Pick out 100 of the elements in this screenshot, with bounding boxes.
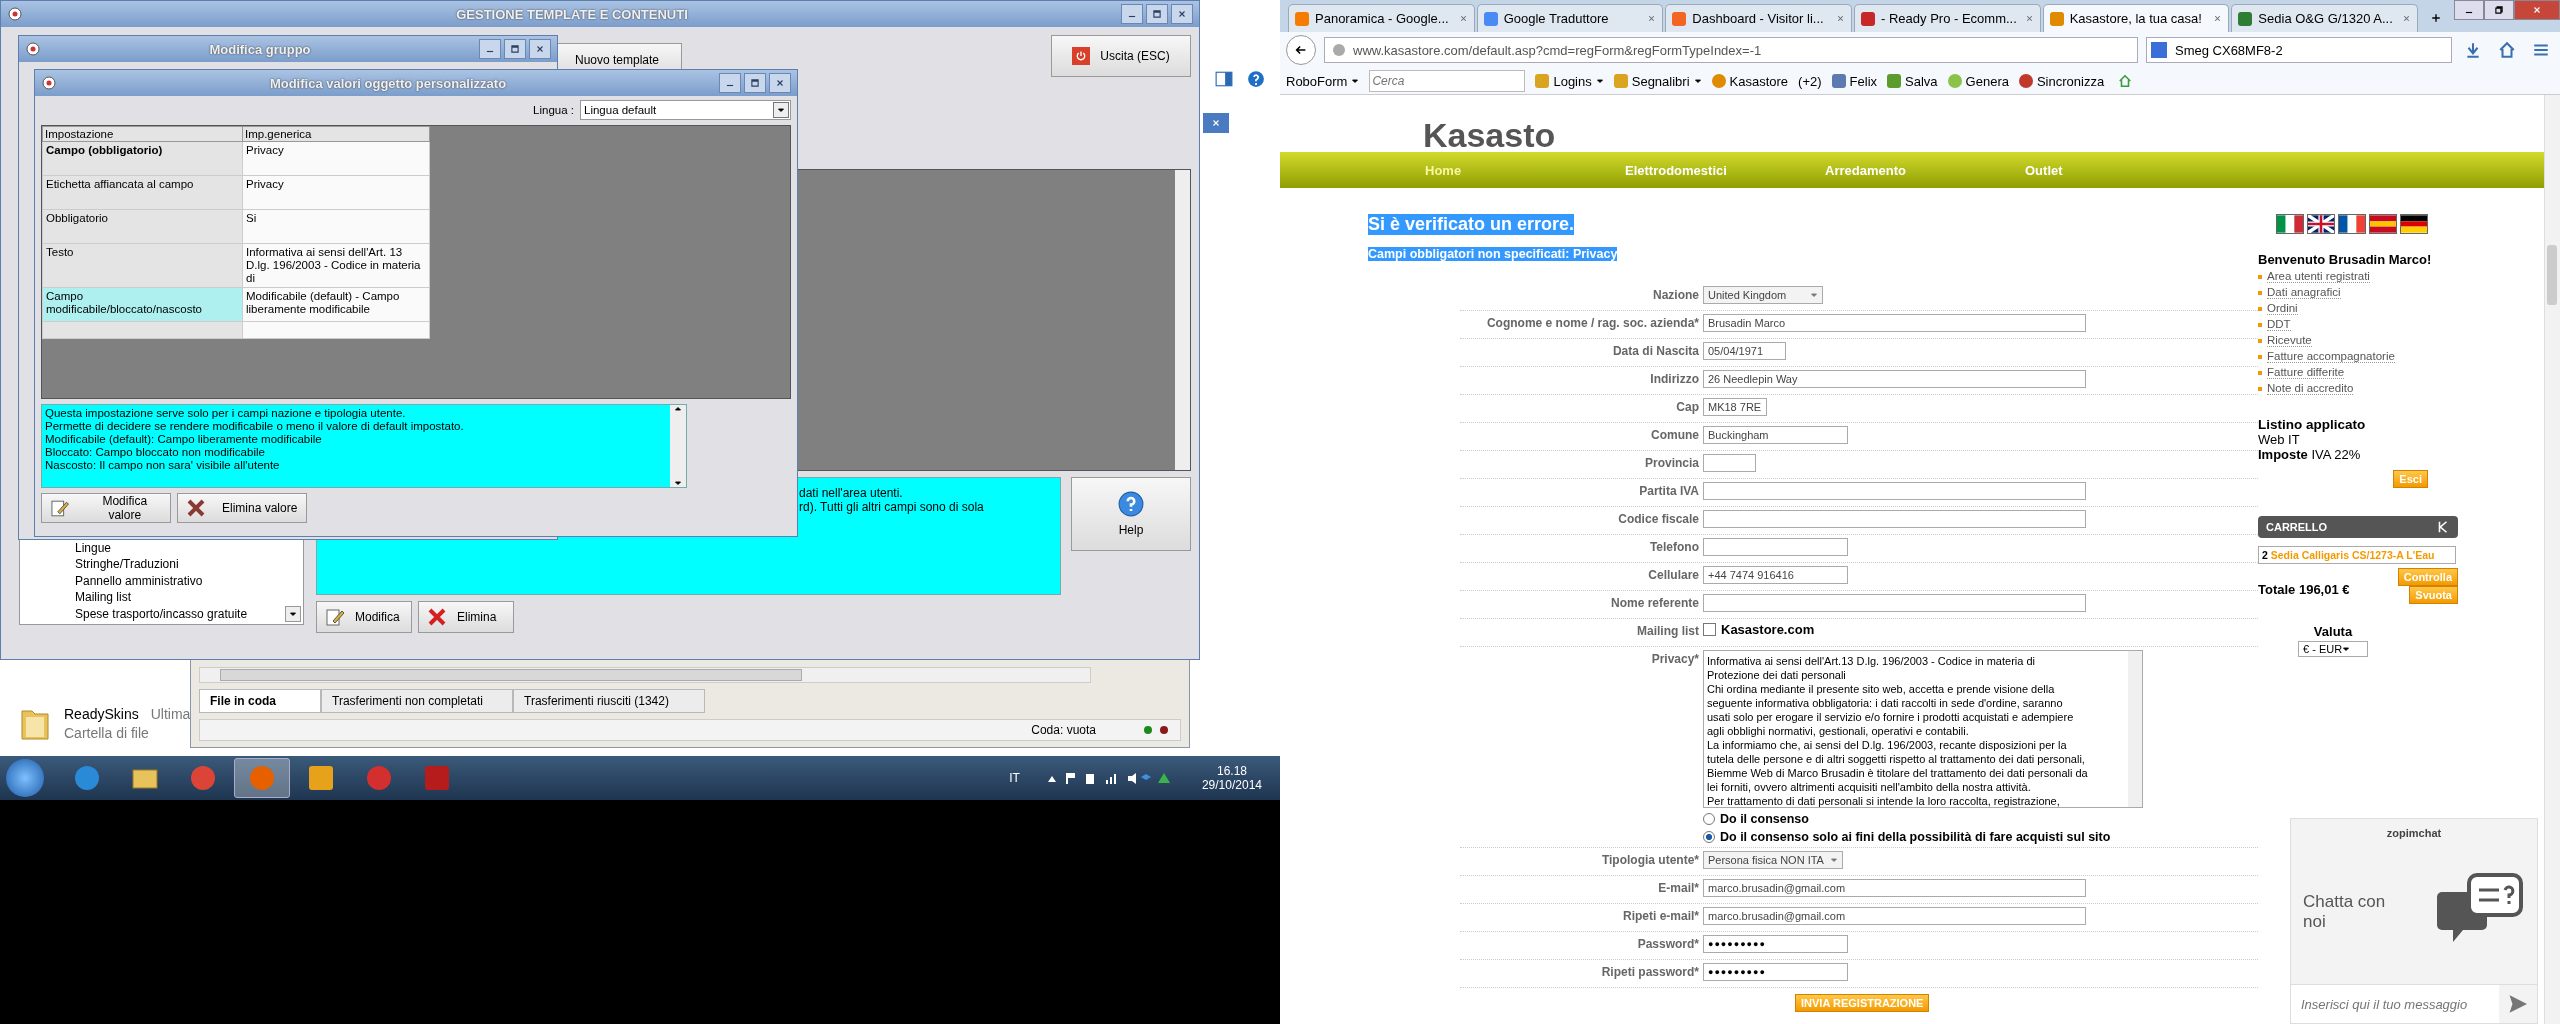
input-field[interactable]: +44 7474 916416 [1703, 566, 1848, 584]
flag-icon[interactable] [2338, 214, 2366, 234]
flag-icon[interactable] [2307, 214, 2335, 234]
help-icon[interactable] [1247, 70, 1265, 88]
input-field[interactable]: 26 Needlepin Way [1703, 370, 2086, 388]
address-bar[interactable]: www.kasastore.com/default.asp?cmd=regForm&regFormTypeIndex=-1 [1324, 37, 2138, 63]
home-icon[interactable] [2498, 41, 2516, 59]
checkbox[interactable] [1703, 623, 1716, 636]
radio-button[interactable] [1703, 813, 1715, 825]
bookmark-item[interactable]: Logins [1535, 73, 1604, 89]
browser-tab[interactable]: Google Traduttore [1476, 4, 1664, 32]
password-field[interactable]: ●●●●●●●●● [1703, 963, 1848, 981]
scroll-down-button[interactable] [285, 606, 301, 622]
panel-icon[interactable] [1215, 70, 1233, 88]
table-cell[interactable]: Informativa ai sensi dell'Art. 13 D.lg. 196/2003 - Codice in materia di [242, 243, 430, 288]
send-icon[interactable] [2509, 995, 2527, 1013]
input-field[interactable]: 05/04/1971 [1703, 342, 1786, 360]
browser-tab[interactable]: Dashboard - Visitor li... [1665, 4, 1852, 32]
currency-select[interactable]: € - EUR [2298, 641, 2368, 657]
vertical-scrollbar[interactable] [2128, 651, 2142, 807]
input-field[interactable]: marco.brusadin@gmail.com [1703, 907, 2086, 925]
menu-icon[interactable] [2532, 41, 2550, 59]
account-link[interactable]: Dati anagrafici [2267, 286, 2341, 299]
bookmark-item[interactable]: (+2) [1798, 73, 1822, 89]
close-button[interactable] [769, 73, 791, 93]
tree-item[interactable]: Mailing list [75, 589, 279, 606]
privacy-text-area[interactable]: Informativa ai sensi dell'Art.13 D.lg. 196/2003 - Codice in materia di Protezione dei dati personali Chi ordina mediante il presente sito web, accetta e prende visione della seguente informativa obbligatoria: i dati raccolti in sede d'ordine, saranno usati solo per erogare il servizio e/o fornire i prodotti acquistati e adempiere agli obblighi normativi, gestionali, operativi e contabili. La informiamo che, ai sensi del D.lg. 196/2003, recante disposizioni per la tutela delle persone e di altri soggetti rispetto al trattamento dei dati personali, Biemme Web di Marco Brusadin è titolare del trattamento dei dati personali da lei forniti, ovvero altrimenti acquisiti nell'ambito della nostra attività. Per trattamento di dati personali si intende la loro raccolta, registrazione, [1703, 650, 2143, 808]
bookmark-item[interactable]: Genera [1947, 73, 2009, 89]
close-button[interactable] [1171, 4, 1193, 24]
bookmark-item[interactable]: Felix [1831, 73, 1878, 89]
input-field[interactable] [1703, 454, 1756, 472]
horizontal-scrollbar[interactable] [199, 667, 1091, 683]
action-button[interactable]: Modifica [316, 601, 412, 633]
folder-item[interactable]: ReadySkins Ultima Cartella di file [20, 705, 191, 741]
clock[interactable]: 16.18 29/10/2014 [1201, 764, 1262, 792]
select-field[interactable]: United Kingdom [1703, 286, 1823, 304]
select-field[interactable]: Persona fisica NON ITA [1703, 851, 1843, 869]
input-field[interactable]: Buckingham [1703, 426, 1848, 444]
restore-button[interactable] [2484, 0, 2515, 20]
browser-tab[interactable]: Sedia O&G G/1320 A... [2231, 4, 2419, 32]
input-field[interactable] [1703, 594, 2086, 612]
back-button[interactable] [1286, 35, 1316, 65]
dropdown-button[interactable] [773, 102, 789, 118]
tree-item[interactable]: Lingue [75, 539, 279, 556]
table-cell[interactable]: Privacy [242, 175, 430, 210]
table-cell[interactable]: Testo [42, 243, 243, 288]
tree-item[interactable]: Stringhe/Traduzioni [75, 556, 279, 573]
account-link[interactable]: Fatture accompagnatorie [2267, 350, 2395, 363]
close-tab-icon[interactable] [2024, 14, 2034, 23]
table-cell[interactable]: Etichetta affiancata al campo [42, 175, 243, 210]
bookmark-item[interactable]: Salva [1887, 73, 1938, 89]
browser-tab[interactable]: Panoramica - Google... [1288, 4, 1475, 32]
table-cell[interactable]: Si [242, 209, 430, 244]
chat-input[interactable]: Inserisci qui il tuo messaggio [2291, 985, 2499, 1023]
input-field[interactable] [1703, 482, 2086, 500]
tree-item[interactable]: Spese trasporto/incasso gratuite [75, 605, 279, 622]
account-link[interactable]: Fatture differite [2267, 366, 2345, 379]
close-button[interactable] [1203, 113, 1229, 133]
minimize-button[interactable] [479, 39, 501, 59]
input-field[interactable]: MK18 7RE [1703, 398, 1767, 416]
home-icon[interactable] [2118, 74, 2133, 88]
input-field[interactable]: marco.brusadin@gmail.com [1703, 879, 2086, 897]
minimize-button[interactable] [1121, 4, 1143, 24]
close-tab-icon[interactable] [1647, 14, 1657, 23]
input-field[interactable] [1703, 538, 1848, 556]
account-link[interactable]: Ordini [2267, 302, 2298, 315]
bookmark-item[interactable]: Segnalibri [1613, 73, 1702, 89]
browser-tab[interactable]: Kasastore, la tua casa! [2042, 4, 2230, 32]
close-tab-icon[interactable] [1836, 14, 1845, 23]
browser-tab[interactable]: - Ready Pro - Ecomm... [1854, 4, 2041, 32]
language-indicator[interactable]: IT [1009, 771, 1020, 785]
close-tab-icon[interactable] [1458, 14, 1468, 23]
table-cell[interactable]: Privacy [242, 141, 430, 176]
queue-tab[interactable]: Trasferimenti riusciti (1342) [513, 689, 705, 713]
table-cell[interactable]: Obbligatorio [42, 209, 243, 244]
start-button[interactable] [6, 759, 44, 797]
download-icon[interactable] [2464, 41, 2482, 59]
close-tab-icon[interactable] [2402, 14, 2412, 23]
table-cell[interactable]: Campo (obbligatorio) [42, 141, 243, 176]
maximize-button[interactable] [504, 39, 526, 59]
minimize-button[interactable] [719, 73, 741, 93]
language-select[interactable]: Lingua default [580, 100, 791, 120]
roboform-menu[interactable]: RoboForm [1286, 73, 1360, 89]
account-link[interactable]: Ricevute [2267, 334, 2312, 347]
exit-button[interactable]: Uscita (ESC) [1051, 35, 1191, 77]
queue-tab[interactable]: Trasferimenti non completati [321, 689, 513, 713]
action-button[interactable]: Modifica valore [41, 493, 171, 523]
action-button[interactable]: Elimina valore [177, 493, 307, 523]
cart-item[interactable]: 2 Sedia Calligaris CS/1273-A L'Eau [2258, 546, 2456, 564]
tree-item[interactable]: Pannello amministrativo [75, 572, 279, 589]
close-button[interactable] [529, 39, 551, 59]
logo[interactable]: Kasasto [1280, 95, 2544, 152]
maximize-button[interactable] [1146, 4, 1168, 24]
password-field[interactable]: ●●●●●●●●● [1703, 935, 1848, 953]
account-link[interactable]: Area utenti registrati [2267, 270, 2370, 283]
search-field[interactable]: Cerca [1369, 70, 1526, 92]
vertical-scrollbar[interactable] [670, 405, 686, 487]
input-field[interactable]: Brusadin Marco [1703, 314, 2086, 332]
action-button[interactable]: Elimina [418, 601, 514, 633]
table-cell[interactable]: Campo modificabile/bloccato/nascosto [42, 287, 243, 322]
